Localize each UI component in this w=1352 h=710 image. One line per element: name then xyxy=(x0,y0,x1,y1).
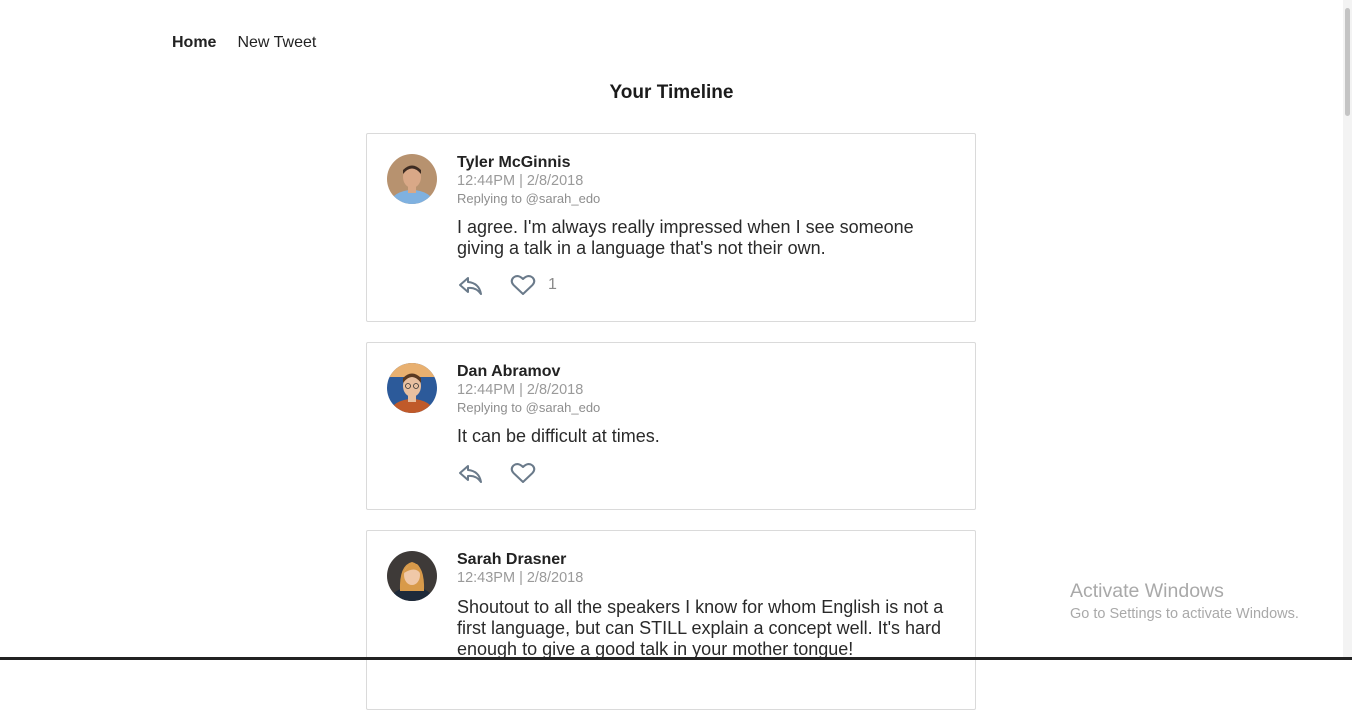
tweet-info: Tyler McGinnis 12:44PM | 2/8/2018 Replyi… xyxy=(457,154,955,297)
like-count: 1 xyxy=(548,276,557,293)
page-title: Your Timeline xyxy=(609,82,734,103)
watermark-subtitle: Go to Settings to activate Windows. xyxy=(1070,606,1299,622)
nav-home-link[interactable]: Home xyxy=(172,34,216,52)
tweet-author: Sarah Drasner xyxy=(457,551,567,568)
reply-icon[interactable] xyxy=(457,274,483,296)
tweet-card[interactable]: Dan Abramov 12:44PM | 2/8/2018 Replying … xyxy=(366,342,976,510)
top-nav: Home New Tweet xyxy=(172,34,316,52)
tweet-replying-to: Replying to @sarah_edo xyxy=(457,191,601,206)
tweet-timestamp: 12:44PM | 2/8/2018 xyxy=(457,382,584,398)
vertical-scrollbar[interactable] xyxy=(1343,0,1352,660)
nav-new-tweet-link[interactable]: New Tweet xyxy=(237,34,316,52)
tweet-timestamp: 12:43PM | 2/8/2018 xyxy=(457,570,584,586)
tweet-info: Sarah Drasner 12:43PM | 2/8/2018 Shoutou… xyxy=(457,551,955,660)
tweet-replying-to: Replying to @sarah_edo xyxy=(457,400,601,415)
heart-icon[interactable] xyxy=(510,462,536,484)
avatar[interactable] xyxy=(387,551,437,601)
tweet-timestamp: 12:44PM | 2/8/2018 xyxy=(457,173,584,189)
tweet-actions: 1 xyxy=(457,273,955,297)
tweet-text: It can be difficult at times. xyxy=(457,426,660,446)
avatar[interactable] xyxy=(387,154,437,204)
tweet-author: Tyler McGinnis xyxy=(457,154,571,171)
tweet-text: I agree. I'm always really impressed whe… xyxy=(457,217,914,258)
tweet-actions xyxy=(457,461,955,485)
avatar[interactable] xyxy=(387,363,437,413)
tweet-info: Dan Abramov 12:44PM | 2/8/2018 Replying … xyxy=(457,363,955,485)
activate-windows-watermark: Activate Windows Go to Settings to activ… xyxy=(1070,580,1299,622)
tweet-author: Dan Abramov xyxy=(457,363,561,380)
tweet-card[interactable]: Sarah Drasner 12:43PM | 2/8/2018 Shoutou… xyxy=(366,530,976,710)
tweet-card[interactable]: Tyler McGinnis 12:44PM | 2/8/2018 Replyi… xyxy=(366,133,976,322)
tweet-text: Shoutout to all the speakers I know for … xyxy=(457,597,944,659)
reply-icon[interactable] xyxy=(457,462,483,484)
watermark-title: Activate Windows xyxy=(1070,580,1224,602)
scrollbar-thumb[interactable] xyxy=(1345,8,1350,116)
heart-icon[interactable] xyxy=(510,274,536,296)
